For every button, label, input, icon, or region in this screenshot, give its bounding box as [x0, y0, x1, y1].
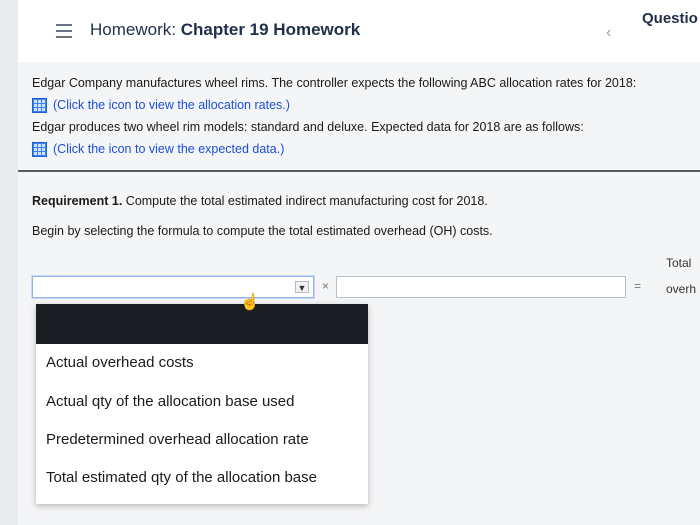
section-divider	[18, 170, 700, 172]
problem-intro: Edgar Company manufactures wheel rims. T…	[32, 72, 692, 160]
chevron-left-icon[interactable]: ‹	[606, 24, 611, 42]
column-header-total: Total	[666, 256, 692, 270]
homework-title: Homework: Chapter 19 Homework	[90, 20, 361, 39]
dropdown-option[interactable]: Actual qty of the allocation base used	[46, 393, 295, 410]
hand-pointer-icon: ☝	[240, 294, 260, 311]
dropdown-option[interactable]: Predetermined overhead allocation rate	[46, 431, 309, 448]
formula-row: ▼ × =	[32, 276, 642, 298]
top-header: Homework: Chapter 19 Homework ‹ Questio	[18, 0, 700, 62]
column-header-overhead: overh	[666, 282, 697, 296]
dropdown-option[interactable]: Actual overhead costs	[46, 354, 194, 371]
formula-dropdown-list: Actual overhead costs Actual qty of the …	[36, 304, 368, 504]
dropdown-arrow-icon[interactable]: ▼	[295, 281, 309, 293]
allocation-rates-link[interactable]: (Click the icon to view the allocation r…	[32, 94, 692, 116]
dropdown-highlight-bar[interactable]	[36, 304, 368, 344]
hamburger-menu-icon[interactable]	[56, 24, 72, 38]
intro-line-2: Edgar produces two wheel rim models: sta…	[32, 120, 584, 134]
requirement-1: Requirement 1. Compute the total estimat…	[32, 194, 488, 208]
dropdown-option[interactable]: Total estimated qty of the allocation ba…	[46, 469, 317, 486]
intro-line-1: Edgar Company manufactures wheel rims. T…	[32, 76, 637, 90]
table-grid-icon[interactable]	[32, 141, 47, 157]
instruction-text: Begin by selecting the formula to comput…	[32, 224, 493, 238]
multiply-operator: ×	[322, 279, 330, 293]
table-grid-icon[interactable]	[32, 97, 47, 113]
formula-select[interactable]: ▼	[32, 276, 314, 298]
equals-operator: =	[634, 279, 642, 293]
question-label: Questio	[642, 10, 698, 27]
expected-data-link[interactable]: (Click the icon to view the expected dat…	[32, 138, 692, 160]
formula-input[interactable]	[336, 276, 626, 298]
